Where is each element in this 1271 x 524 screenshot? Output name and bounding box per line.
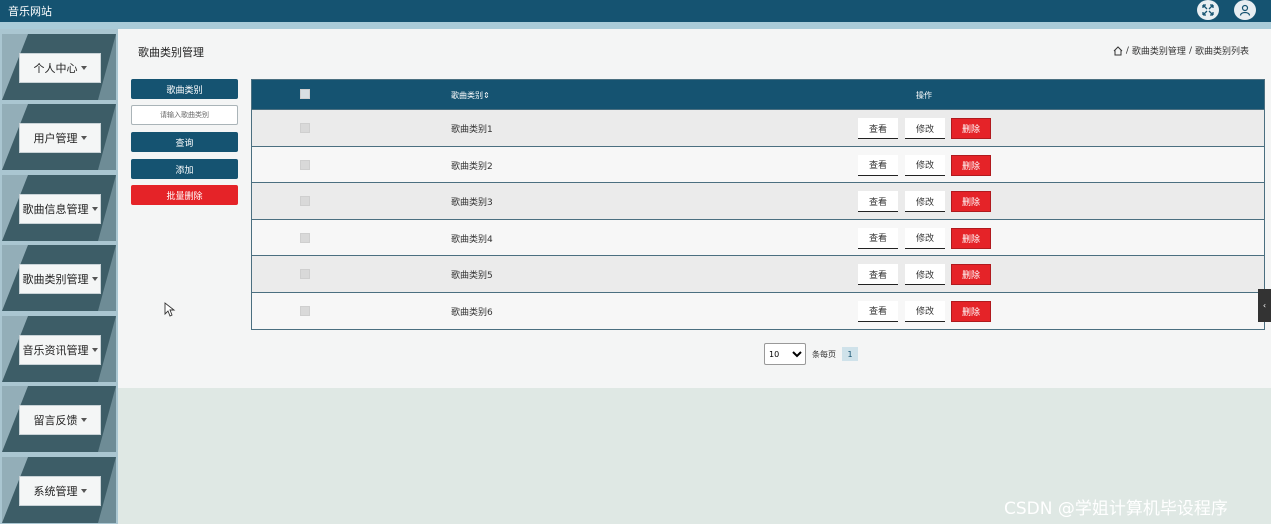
table-row: 歌曲类别2 查看 修改 删除 [252,145,1264,183]
mouse-cursor-icon [164,302,176,317]
row-checkbox[interactable] [300,196,310,207]
category-name-cell: 歌曲类别4 [451,234,493,245]
page-size-select[interactable]: 10 [764,343,806,365]
per-page-label: 条每页 [812,349,836,359]
header-strip [0,22,1271,29]
breadcrumb-separator: / [1125,45,1129,56]
view-button[interactable]: 查看 [858,154,898,176]
select-all-checkbox[interactable] [300,89,310,99]
chevron-down-icon [91,207,98,211]
sidebar-item-label: 用户管理 [33,132,78,145]
table-row: 歌曲类别4 查看 修改 删除 [252,218,1264,256]
edit-button[interactable]: 修改 [905,118,945,139]
sidebar-item-label: 音乐资讯管理 [22,344,89,357]
delete-button[interactable]: 删除 [951,227,991,249]
fullscreen-icon[interactable] [1197,0,1219,20]
row-checkbox[interactable] [300,305,310,316]
delete-button[interactable]: 删除 [951,118,991,139]
table-row: 歌曲类别1 查看 修改 删除 [252,109,1264,146]
sidebar-item-music-news[interactable]: 音乐资讯管理 [2,316,116,382]
row-checkbox[interactable] [300,159,310,170]
column-header-label: 歌曲类别 [451,91,483,100]
breadcrumb-level1[interactable]: 歌曲类别管理 [1132,44,1186,57]
category-name-cell: 歌曲类别2 [451,161,493,172]
sidebar-item-label: 留言反馈 [33,414,78,427]
category-table: 歌曲类别⇕ 操作 歌曲类别1 查看 修改 删除 歌曲类别2 查看 修改 删除 歌… [251,79,1265,330]
row-checkbox[interactable] [300,232,310,243]
app-title: 音乐网站 [8,5,52,18]
view-button[interactable]: 查看 [858,118,898,139]
row-checkbox[interactable] [300,269,310,280]
chevron-down-icon [91,348,98,352]
collapse-tab[interactable]: ‹ [1258,289,1271,322]
view-button[interactable]: 查看 [858,191,898,213]
sidebar: 个人中心 用户管理 歌曲信息管理 歌曲类别管理 音乐资讯管理 留言反馈 系统管理 [0,29,118,524]
watermark: CSDN @学姐计算机毕设程序 [1004,499,1228,519]
delete-button[interactable]: 删除 [951,264,991,286]
chevron-down-icon [80,489,87,493]
sidebar-item-feedback[interactable]: 留言反馈 [2,386,116,452]
delete-button[interactable]: 删除 [951,300,991,322]
page-number-current[interactable]: 1 [842,347,858,361]
chevron-down-icon [80,136,87,140]
sidebar-item-song-info[interactable]: 歌曲信息管理 [2,175,116,241]
delete-button[interactable]: 删除 [951,154,991,176]
page-title: 歌曲类别管理 [138,46,204,59]
row-checkbox[interactable] [300,123,310,133]
sidebar-item-label: 歌曲类别管理 [22,273,89,286]
category-name-cell: 歌曲类别3 [451,198,493,209]
edit-button[interactable]: 修改 [905,300,945,322]
column-header-category[interactable]: 歌曲类别⇕ [451,90,490,101]
chevron-down-icon [80,66,87,70]
edit-button[interactable]: 修改 [905,227,945,249]
sidebar-item-song-category[interactable]: 歌曲类别管理 [2,245,116,311]
sidebar-item-label: 歌曲信息管理 [22,203,89,216]
sidebar-item-label: 系统管理 [33,485,78,498]
sidebar-item-label: 个人中心 [33,62,78,75]
home-icon[interactable] [1113,45,1123,56]
sort-icon[interactable]: ⇕ [483,91,490,100]
table-row: 歌曲类别3 查看 修改 删除 [252,182,1264,219]
query-button[interactable]: 查询 [131,132,238,152]
category-search-input[interactable] [131,105,238,125]
view-button[interactable]: 查看 [858,227,898,249]
edit-button[interactable]: 修改 [905,154,945,176]
add-button[interactable]: 添加 [131,159,238,179]
category-name-cell: 歌曲类别6 [451,307,493,318]
chevron-down-icon [91,277,98,281]
chevron-left-icon: ‹ [1262,301,1267,310]
top-bar: 音乐网站 [0,0,1271,22]
category-name-cell: 歌曲类别5 [451,271,493,282]
sidebar-item-personal-center[interactable]: 个人中心 [2,34,116,100]
sidebar-item-users[interactable]: 用户管理 [2,104,116,170]
category-name-cell: 歌曲类别1 [451,125,493,135]
edit-button[interactable]: 修改 [905,264,945,286]
pagination: 10 条每页 1 [764,343,858,365]
edit-button[interactable]: 修改 [905,191,945,213]
chevron-down-icon [80,418,87,422]
delete-button[interactable]: 删除 [951,191,991,213]
batch-delete-button[interactable]: 批量删除 [131,185,238,205]
user-icon[interactable] [1234,0,1256,20]
sidebar-item-system[interactable]: 系统管理 [2,457,116,523]
table-row: 歌曲类别5 查看 修改 删除 [252,255,1264,292]
column-header-operations: 操作 [916,91,932,100]
view-button[interactable]: 查看 [858,300,898,322]
breadcrumb-level2: 歌曲类别列表 [1194,47,1249,57]
table-row: 歌曲类别6 查看 修改 删除 [252,291,1264,329]
main-panel: 歌曲类别管理 / 歌曲类别管理 / 歌曲类别列表 歌曲类别 查询 添加 批量删除… [118,29,1271,388]
category-field-label: 歌曲类别 [131,79,238,99]
breadcrumb-separator: / [1188,45,1192,56]
view-button[interactable]: 查看 [858,264,898,286]
breadcrumb: / 歌曲类别管理 / 歌曲类别列表 [1113,44,1249,57]
table-header: 歌曲类别⇕ 操作 [252,80,1264,109]
